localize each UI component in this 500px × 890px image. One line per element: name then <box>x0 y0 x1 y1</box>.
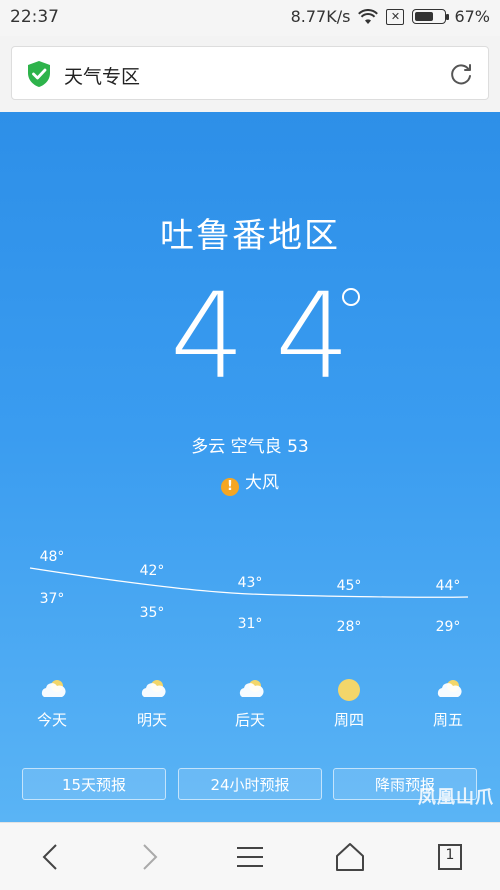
battery-percent: 67% <box>454 7 490 26</box>
forecast-day: 明天 <box>112 677 192 730</box>
refresh-icon[interactable] <box>448 61 474 87</box>
low-temp-label: 31° <box>238 616 263 632</box>
high-temp-label: 43° <box>238 575 263 591</box>
partly-cloudy-icon <box>141 680 166 697</box>
high-temp-label: 45° <box>337 578 362 594</box>
forecast-day-label: 今天 <box>36 711 67 729</box>
city-name: 吐鲁番地区 <box>160 216 340 256</box>
high-temp-label: 48° <box>40 549 65 565</box>
forward-icon[interactable] <box>130 837 170 877</box>
home-icon[interactable] <box>330 837 370 877</box>
status-time: 22:37 <box>10 7 59 27</box>
status-bar: 22:37 8.77K/s ✕ 67% <box>0 0 500 36</box>
forecast-day: 周四 <box>309 677 389 730</box>
tabs-button[interactable]: 1 <box>430 837 470 877</box>
network-speed: 8.77K/s <box>290 7 351 26</box>
no-sim-icon: ✕ <box>386 8 405 25</box>
partly-cloudy-icon <box>437 680 462 697</box>
back-icon[interactable] <box>30 837 70 877</box>
low-temp-label: 37° <box>40 591 65 607</box>
forecast-buttons: 15天预报 24小时预报 降雨预报 <box>22 768 478 802</box>
low-temp-label: 28° <box>337 619 362 635</box>
forecast-day: 今天 <box>12 677 92 730</box>
forecast-day-label: 周五 <box>432 711 463 729</box>
bottom-navigation: 凤凰山爪 1 <box>0 787 500 890</box>
address-bar[interactable]: 天气专区 <box>11 46 489 100</box>
security-shield-icon <box>28 61 50 87</box>
low-temp-label: 29° <box>436 619 461 635</box>
forecast-days: 今天 明天 后天 周四 周五 <box>0 677 500 737</box>
24-hour-forecast-button[interactable]: 24小时预报 <box>178 768 322 800</box>
high-temp-label: 44° <box>436 578 461 594</box>
alert-icon: ! <box>221 478 239 496</box>
low-temp-label: 35° <box>140 605 165 621</box>
forecast-day-label: 周四 <box>333 711 364 729</box>
weather-condition: 多云 空气良 53 <box>191 437 309 457</box>
weather-alert[interactable]: ! 大风 <box>0 468 500 496</box>
forecast-day: 后天 <box>210 677 290 730</box>
menu-icon[interactable] <box>230 837 270 877</box>
15-day-forecast-button[interactable]: 15天预报 <box>22 768 166 800</box>
high-temp-label: 42° <box>140 563 165 579</box>
alert-text: 大风 <box>245 473 279 493</box>
partly-cloudy-icon <box>41 680 66 697</box>
forecast-day-label: 后天 <box>234 711 265 729</box>
sun-icon <box>338 679 360 701</box>
partly-cloudy-icon <box>239 680 264 697</box>
watermark-logo: 凤凰山爪 <box>418 787 494 808</box>
wifi-icon <box>358 8 379 24</box>
temperature-chart: 48° 37° 42° 35° 43° 31° 45° 28° 44° 29° <box>29 549 469 635</box>
tab-count: 1 <box>445 847 455 863</box>
forecast-day: 周五 <box>408 677 488 730</box>
forecast-day-label: 明天 <box>136 711 167 729</box>
weather-panel: 吐鲁番地区 44 多云 空气良 53 ! 大风 48° 37° 42° 35° 43° 31… <box>0 112 500 822</box>
battery-level <box>415 12 433 21</box>
page-title: 天气专区 <box>64 66 141 88</box>
battery-icon <box>412 9 450 24</box>
status-right: 8.77K/s ✕ 67% <box>291 7 490 26</box>
degree-symbol <box>342 288 360 306</box>
